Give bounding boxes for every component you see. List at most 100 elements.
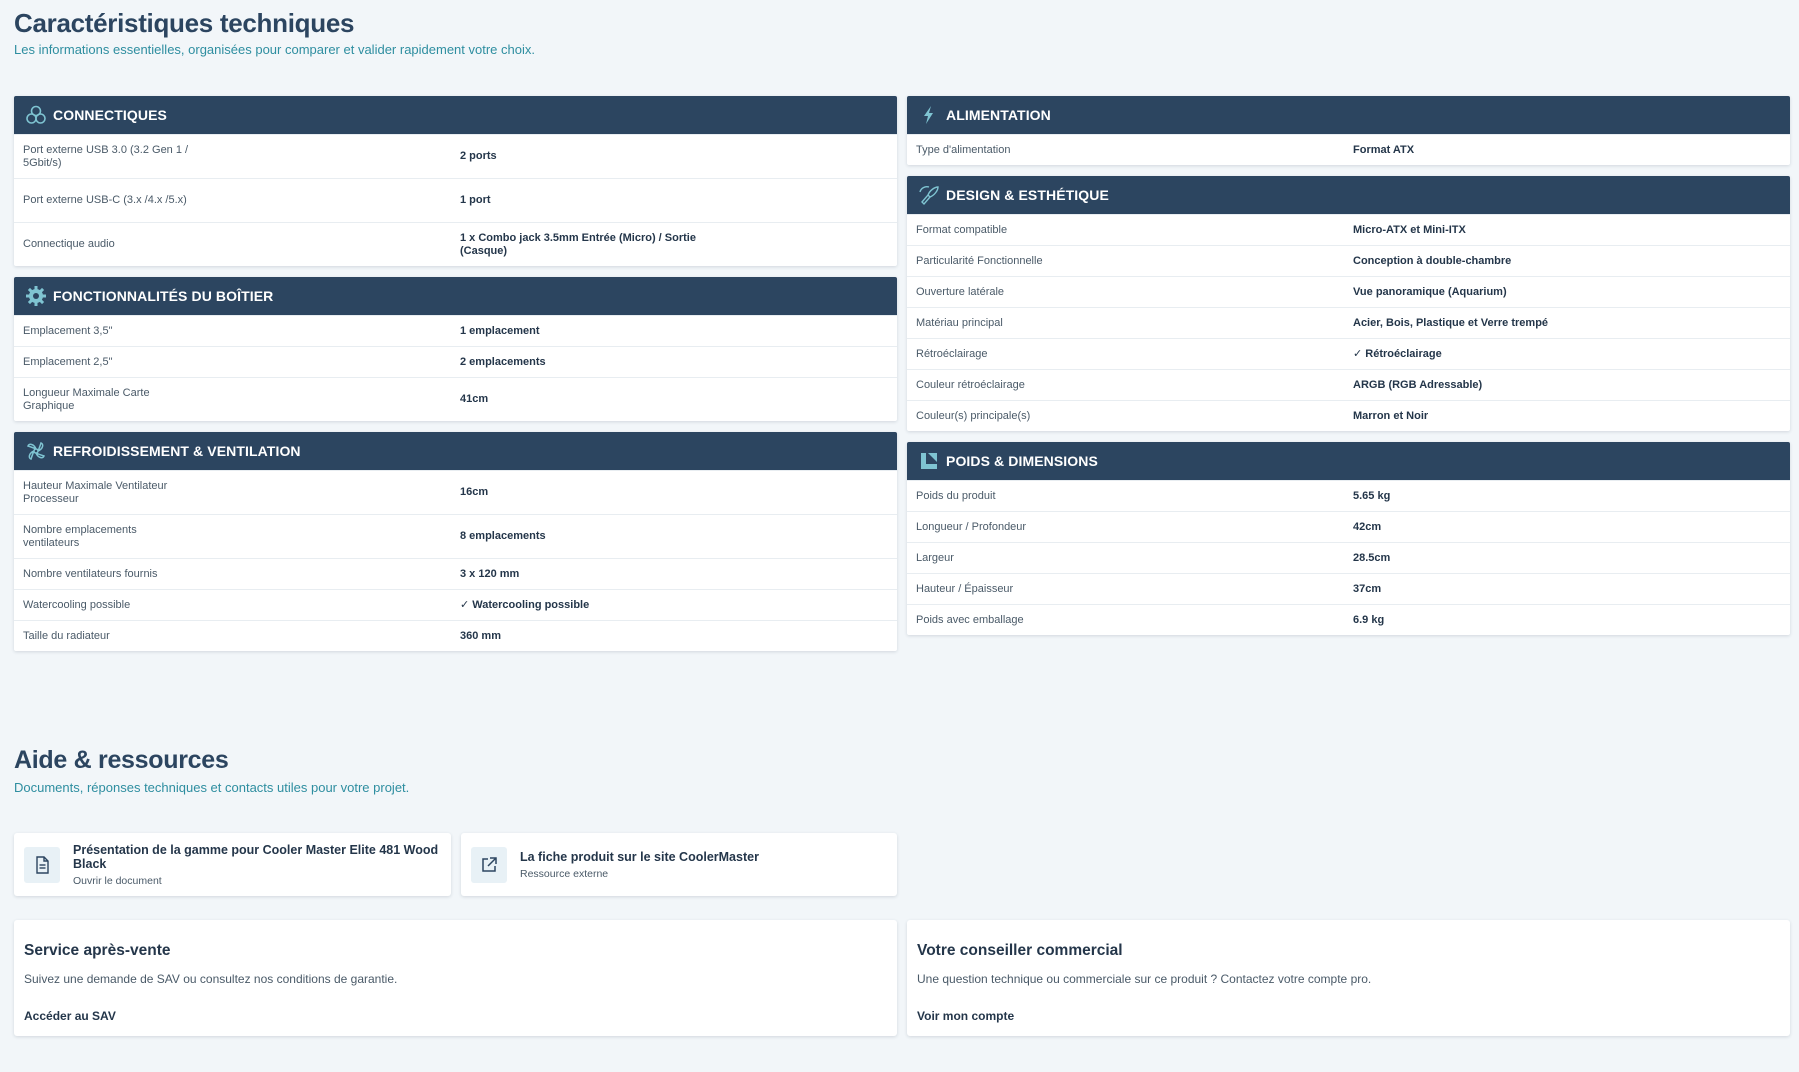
spec-label: Hauteur Maximale Ventilateur Processeur (23, 479, 168, 505)
spec-row: Longueur Maximale Carte Graphique 41cm (14, 377, 897, 421)
spec-value: Format ATX (1353, 143, 1415, 156)
spec-value: 2 ports (460, 150, 497, 162)
spec-value: Micro-ATX et Mini-ITX (1353, 223, 1466, 236)
spec-value: 16cm (460, 486, 489, 498)
spec-label: Port externe USB 3.0 (3.2 Gen 1 / 5Gbit/… (23, 143, 189, 169)
connections-icon (25, 104, 47, 126)
spec-value: 360 mm (460, 629, 501, 642)
spec-value: 28.5cm (1353, 551, 1391, 564)
spec-row: Emplacement 3,5" 1 emplacement (14, 315, 897, 346)
spec-row: Watercooling possible ✓ Watercooling pos… (14, 589, 897, 620)
spec-row: Rétroéclairage ✓ Rétroéclairage (907, 338, 1790, 369)
resource-subtitle: Ouvrir le document (73, 874, 162, 887)
resource-title: La fiche produit sur le site CoolerMaste… (520, 849, 759, 864)
spec-label: Taille du radiateur (23, 629, 110, 642)
resource-card-fiche-produit[interactable]: La fiche produit sur le site CoolerMaste… (461, 833, 897, 896)
palette-icon (918, 184, 940, 206)
card-fonctionnalites: FONCTIONNALITÉS DU BOÎTIER Emplacement 3… (14, 277, 897, 421)
sav-text: Suivez une demande de SAV ou consultez n… (24, 972, 398, 986)
sav-link[interactable]: Accéder au SAV (24, 1009, 116, 1023)
card-connectiques-title: CONNECTIQUES (53, 107, 167, 123)
resource-text: La fiche produit sur le site CoolerMaste… (520, 850, 759, 880)
spec-label: Connectique audio (23, 238, 115, 250)
spec-label: Largeur (916, 551, 954, 564)
spec-value: 1 emplacement (460, 324, 540, 337)
specs-subtitle: Les informations essentielles, organisée… (14, 42, 535, 57)
spec-row: Emplacement 2,5" 2 emplacements (14, 346, 897, 377)
spec-value: Acier, Bois, Plastique et Verre trempé (1353, 316, 1549, 329)
conseiller-link[interactable]: Voir mon compte (917, 1009, 1014, 1023)
spec-label: Couleur rétroéclairage (916, 378, 1025, 391)
spec-row: Format compatible Micro-ATX et Mini-ITX (907, 214, 1790, 245)
card-design-title: DESIGN & ESTHÉTIQUE (946, 187, 1109, 203)
spec-value: 42cm (1353, 520, 1382, 533)
spec-label: Emplacement 3,5" (23, 324, 113, 337)
document-icon (24, 846, 60, 883)
spec-label: Rétroéclairage (916, 347, 988, 360)
spec-row: Hauteur / Épaisseur 37cm (907, 573, 1790, 604)
help-subtitle: Documents, réponses techniques et contac… (14, 780, 410, 795)
card-poids-header: POIDS & DIMENSIONS (907, 442, 1790, 480)
ruler-icon (918, 450, 940, 472)
card-alimentation-title: ALIMENTATION (946, 107, 1051, 123)
spec-value: ✓ Rétroéclairage (1353, 347, 1442, 360)
spec-row: Poids du produit 5.65 kg (907, 480, 1790, 511)
spec-value: 1 port (460, 194, 491, 206)
spec-row: Port externe USB 3.0 (3.2 Gen 1 / 5Gbit/… (14, 134, 897, 178)
spec-value: 5.65 kg (1353, 489, 1391, 502)
sav-card: Service après-vente Suivez une demande d… (14, 920, 897, 1036)
spec-value: 41cm (460, 393, 489, 405)
spec-label: Watercooling possible (23, 598, 131, 611)
spec-value: ARGB (RGB Adressable) (1353, 378, 1483, 391)
specs-right-column: ALIMENTATION Type d'alimentation Format … (907, 96, 1790, 646)
spec-label: Type d'alimentation (916, 143, 1011, 156)
card-poids-title: POIDS & DIMENSIONS (946, 453, 1098, 469)
spec-label: Poids du produit (916, 489, 996, 502)
spec-label: Hauteur / Épaisseur (916, 582, 1014, 595)
card-design: DESIGN & ESTHÉTIQUE Format compatible Mi… (907, 176, 1790, 431)
card-refroidissement-header: REFROIDISSEMENT & VENTILATION (14, 432, 897, 470)
spec-row: Poids avec emballage 6.9 kg (907, 604, 1790, 635)
spec-label: Longueur / Profondeur (916, 520, 1027, 533)
spec-value: ✓ Watercooling possible (460, 598, 590, 611)
spec-row: Taille du radiateur 360 mm (14, 620, 897, 651)
card-poids: POIDS & DIMENSIONS Poids du produit 5.65… (907, 442, 1790, 635)
spec-row: Port externe USB-C (3.x /4.x /5.x) 1 por… (14, 178, 897, 222)
spec-value: 6.9 kg (1353, 613, 1385, 626)
card-alimentation: ALIMENTATION Type d'alimentation Format … (907, 96, 1790, 165)
card-refroidissement-title: REFROIDISSEMENT & VENTILATION (53, 443, 301, 459)
spec-label: Nombre emplacements ventilateurs (23, 523, 137, 549)
card-connectiques: CONNECTIQUES Port externe USB 3.0 (3.2 G… (14, 96, 897, 266)
spec-label: Longueur Maximale Carte Graphique (23, 386, 150, 412)
spec-label: Couleur(s) principale(s) (916, 409, 1031, 422)
sav-title: Service après-vente (24, 942, 171, 959)
card-refroidissement: REFROIDISSEMENT & VENTILATION Hauteur Ma… (14, 432, 897, 651)
resource-subtitle: Ressource externe (520, 867, 609, 880)
spec-label: Poids avec emballage (916, 613, 1024, 626)
spec-value: 8 emplacements (460, 530, 546, 542)
card-fonctionnalites-title: FONCTIONNALITÉS DU BOÎTIER (53, 288, 274, 304)
spec-label: Emplacement 2,5" (23, 355, 113, 368)
resource-card-presentation[interactable]: Présentation de la gamme pour Cooler Mas… (14, 833, 451, 896)
spec-value: 37cm (1353, 582, 1382, 595)
spec-value: 2 emplacements (460, 355, 546, 368)
conseiller-title: Votre conseiller commercial (917, 942, 1123, 959)
spec-value: Marron et Noir (1353, 409, 1429, 422)
spec-row: Largeur 28.5cm (907, 542, 1790, 573)
external-link-icon (471, 846, 507, 883)
spec-row: Hauteur Maximale Ventilateur Processeur … (14, 470, 897, 514)
spec-row: Type d'alimentation Format ATX (907, 134, 1790, 165)
spec-label: Port externe USB-C (3.x /4.x /5.x) (23, 194, 187, 206)
card-fonctionnalites-header: FONCTIONNALITÉS DU BOÎTIER (14, 277, 897, 315)
conseiller-card: Votre conseiller commercial Une question… (907, 920, 1790, 1036)
fan-icon (25, 440, 47, 462)
spec-row: Particularité Fonctionnelle Conception à… (907, 245, 1790, 276)
conseiller-text: Une question technique ou commerciale su… (917, 972, 1372, 986)
gear-icon (25, 285, 47, 307)
spec-row: Nombre emplacements ventilateurs 8 empla… (14, 514, 897, 558)
spec-label: Matériau principal (916, 316, 1003, 329)
lightning-icon (918, 104, 940, 126)
resource-text: Présentation de la gamme pour Cooler Mas… (73, 843, 451, 887)
spec-value: Vue panoramique (Aquarium) (1353, 285, 1507, 298)
spec-row: Connectique audio 1 x Combo jack 3.5mm E… (14, 222, 897, 266)
